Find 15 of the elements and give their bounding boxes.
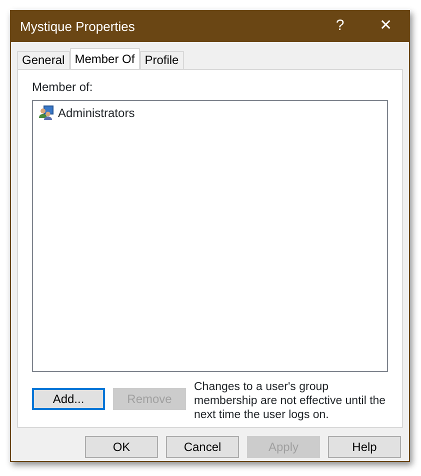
tab[interactable]: Member Of [70, 48, 140, 69]
dialog-button[interactable]: Cancel [166, 436, 239, 458]
group-name: Administrators [58, 105, 135, 122]
close-button[interactable]: ✕ [363, 11, 409, 42]
list-item[interactable]: Administrators [38, 104, 382, 122]
list-button[interactable]: Add... [32, 388, 105, 410]
user-group-icon [38, 105, 54, 121]
list-label: Member of: [32, 79, 94, 96]
dialog-button[interactable]: Help [328, 436, 401, 458]
membership-note: Changes to a user's group membership are not effective until the next time the user logs on. [194, 380, 387, 422]
dialog-button[interactable]: OK [85, 436, 158, 458]
help-button[interactable]: ? [317, 11, 363, 42]
window-title: Mystique Properties [20, 18, 136, 36]
tab[interactable]: General [17, 51, 70, 69]
tab[interactable]: Profile [140, 51, 184, 69]
